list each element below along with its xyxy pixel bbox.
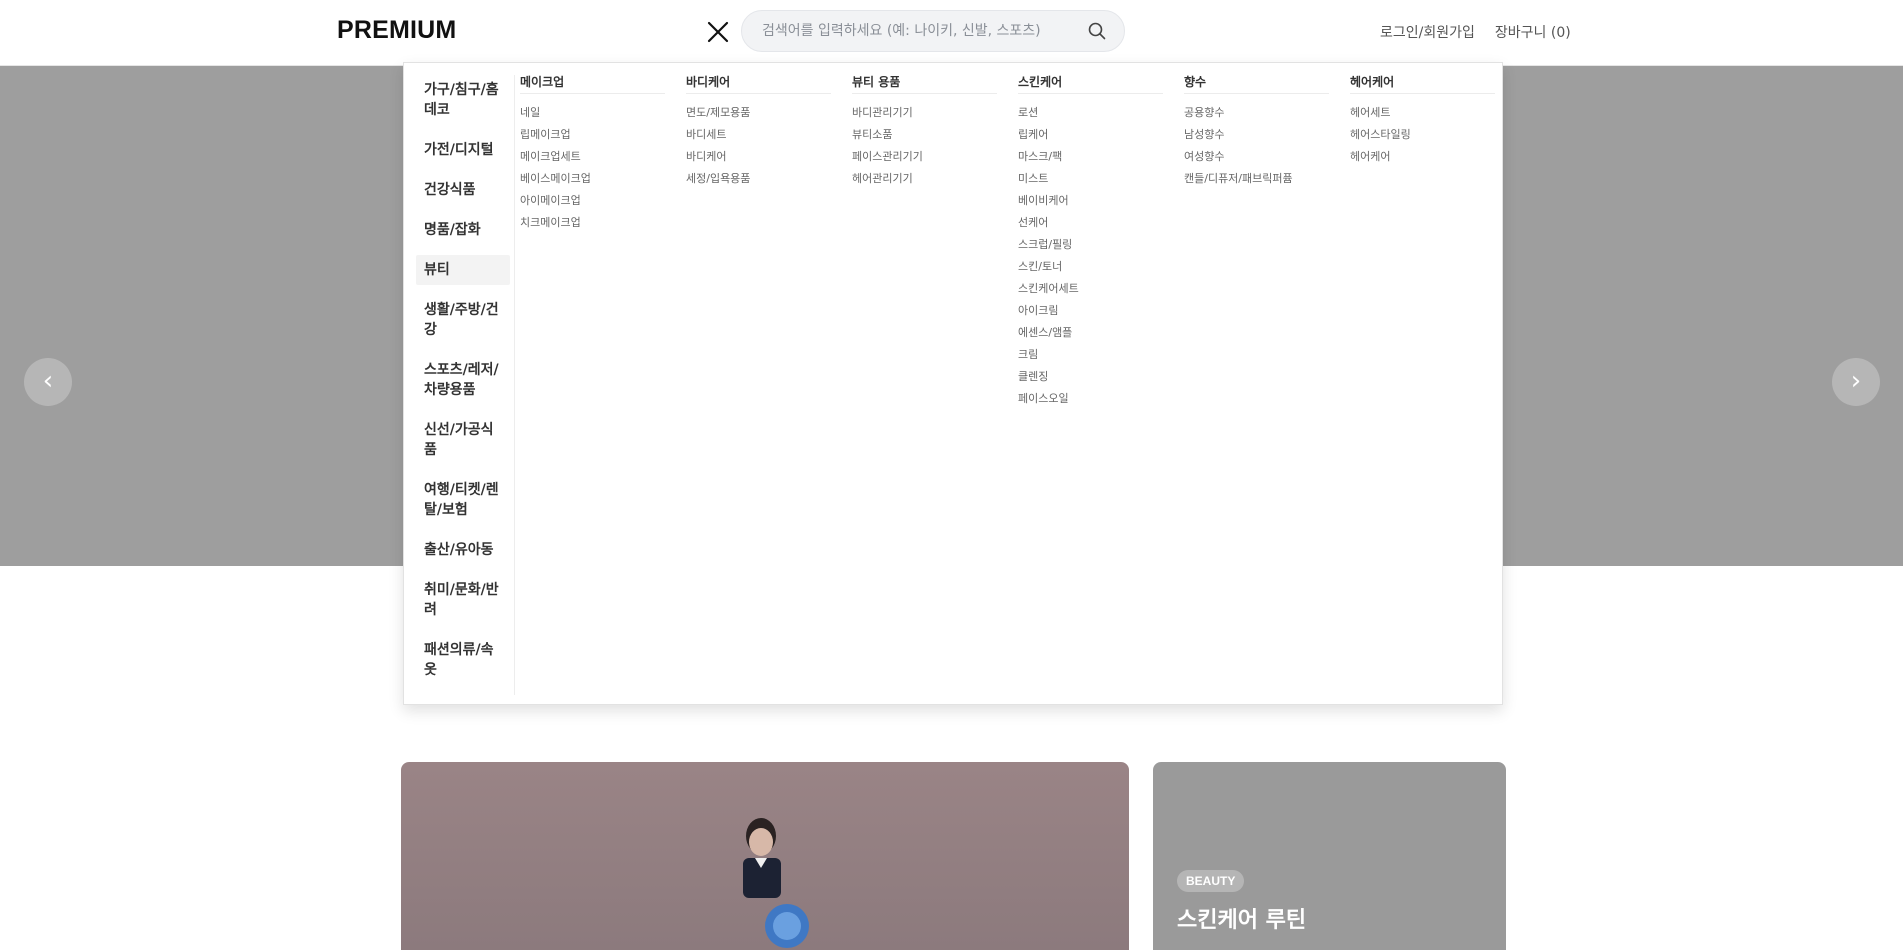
subcategory-item[interactable]: 남성향수: [1184, 124, 1329, 146]
subcategory-item[interactable]: 클렌징: [1018, 366, 1163, 388]
mega-menu: 가구/침구/홈데코가전/디지털건강식품명품/잡화뷰티생활/주방/건강스포츠/레저…: [403, 62, 1503, 705]
subcategory-title[interactable]: 헤어케어: [1350, 73, 1495, 94]
subcategory-column: 스킨케어로션 립케어 마스크/팩 미스트 베이비케어 선케어 스크럽/필링 스킨/토너 스킨케어…: [1018, 73, 1163, 410]
subcategory-list: 헤어세트 헤어스타일링 헤어케어: [1350, 102, 1495, 168]
category-item[interactable]: 패션의류/속옷: [416, 635, 510, 685]
subcategory-item[interactable]: 바디관리기기: [852, 102, 997, 124]
subcategory-item[interactable]: 미스트: [1018, 168, 1163, 190]
close-icon: [707, 21, 729, 43]
subcategory-list: 로션 립케어 마스크/팩 미스트 베이비케어 선케어 스크럽/필링 스킨/토너 스킨케어세트 아이…: [1018, 102, 1163, 410]
category-item[interactable]: 여행/티켓/렌탈/보험: [416, 475, 510, 525]
category-badge: BEAUTY: [1177, 870, 1245, 892]
subcategory-column: 바디케어 면도/제모용품 바디세트 바디케어 세정/입욕용품: [686, 73, 831, 190]
category-list: 가구/침구/홈데코가전/디지털건강식품명품/잡화뷰티생활/주방/건강스포츠/레저…: [416, 75, 515, 695]
subcategory-list: 네일 립메이크업 메이크업세트 베이스메이크업 아이메이크업 치크메이크업: [520, 102, 665, 234]
subcategory-item[interactable]: 바디케어: [686, 146, 831, 168]
subcategory-item[interactable]: 헤어케어: [1350, 146, 1495, 168]
subcategory-item[interactable]: 메이크업세트: [520, 146, 665, 168]
subcategory-item[interactable]: 여성향수: [1184, 146, 1329, 168]
site-header: PREMIUM 로그인/회원가입 장바구니 (0): [0, 0, 1903, 66]
subcategory-item[interactable]: 페이스관리기기: [852, 146, 997, 168]
category-item[interactable]: 명품/잡화: [416, 215, 510, 245]
model-photo: [743, 818, 809, 948]
subcategory-title[interactable]: 향수: [1184, 73, 1329, 94]
login-link[interactable]: 로그인/회원가입: [1380, 22, 1475, 42]
category-item[interactable]: 생활/주방/건강: [416, 295, 510, 345]
subcategory-item[interactable]: 치크메이크업: [520, 212, 665, 234]
subcategory-item[interactable]: 뷰티소품: [852, 124, 997, 146]
subcategory-column: 뷰티 용품바디관리기기 뷰티소품 페이스관리기기 헤어관리기기: [852, 73, 997, 190]
subcategory-item[interactable]: 에센스/앰플: [1018, 322, 1163, 344]
subcategory-title[interactable]: 스킨케어: [1018, 73, 1163, 94]
subcategory-item[interactable]: 세정/입욕용품: [686, 168, 831, 190]
subcategory-item[interactable]: 아이크림: [1018, 300, 1163, 322]
subcategory-title[interactable]: 뷰티 용품: [852, 73, 997, 94]
subcategory-item[interactable]: 아이메이크업: [520, 190, 665, 212]
category-item[interactable]: 스포츠/레저/차량용품: [416, 355, 510, 405]
category-item[interactable]: 신선/가공식품: [416, 415, 510, 465]
header-actions: 로그인/회원가입 장바구니 (0): [1380, 22, 1571, 42]
subcategory-item[interactable]: 립메이크업: [520, 124, 665, 146]
cart-link[interactable]: 장바구니 (0): [1495, 22, 1571, 42]
subcategory-column: 헤어케어 헤어세트 헤어스타일링 헤어케어: [1350, 73, 1495, 168]
subcategory-item[interactable]: 네일: [520, 102, 665, 124]
featured-card[interactable]: [401, 762, 1129, 950]
subcategory-item[interactable]: 바디세트: [686, 124, 831, 146]
beauty-card[interactable]: BEAUTY 스킨케어 루틴: [1153, 762, 1506, 950]
subcategory-item[interactable]: 헤어관리기기: [852, 168, 997, 190]
search-input[interactable]: [762, 11, 1082, 51]
subcategory-item[interactable]: 스크럽/필링: [1018, 234, 1163, 256]
subcategory-list: 면도/제모용품 바디세트 바디케어 세정/입욕용품: [686, 102, 831, 190]
card-title: 스킨케어 루틴: [1177, 908, 1307, 933]
category-item[interactable]: 출산/유아동: [416, 535, 510, 565]
subcategory-item[interactable]: 면도/제모용품: [686, 102, 831, 124]
subcategory-item[interactable]: 공용향수: [1184, 102, 1329, 124]
subcategory-item[interactable]: 베이비케어: [1018, 190, 1163, 212]
subcategory-item[interactable]: 캔들/디퓨저/패브릭퍼퓸: [1184, 168, 1329, 190]
category-item[interactable]: 뷰티: [416, 255, 510, 285]
subcategory-column: 향수공용향수 남성향수 여성향수 캔들/디퓨저/패브릭퍼퓸: [1184, 73, 1329, 190]
subcategory-list: 공용향수 남성향수 여성향수 캔들/디퓨저/패브릭퍼퓸: [1184, 102, 1329, 190]
subcategory-item[interactable]: 립케어: [1018, 124, 1163, 146]
subcategory-column: 메이크업네일 립메이크업 메이크업세트 베이스메이크업 아이메이크업 치크메이크업: [520, 73, 665, 234]
subcategory-list: 바디관리기기 뷰티소품 페이스관리기기 헤어관리기기: [852, 102, 997, 190]
search-bar: [741, 10, 1125, 52]
subcategory-title[interactable]: 바디케어: [686, 73, 831, 94]
close-menu-button[interactable]: [703, 17, 733, 47]
category-item[interactable]: 건강식품: [416, 175, 510, 205]
category-item[interactable]: 취미/문화/반려: [416, 575, 510, 625]
subcategory-item[interactable]: 헤어스타일링: [1350, 124, 1495, 146]
subcategory-item[interactable]: 헤어세트: [1350, 102, 1495, 124]
subcategory-item[interactable]: 페이스오일: [1018, 388, 1163, 410]
subcategory-item[interactable]: 스킨케어세트: [1018, 278, 1163, 300]
search-icon[interactable]: [1088, 22, 1106, 40]
site-logo[interactable]: PREMIUM: [337, 16, 456, 45]
hero-next-button[interactable]: ›: [1832, 358, 1880, 406]
subcategory-item[interactable]: 베이스메이크업: [520, 168, 665, 190]
subcategory-item[interactable]: 로션: [1018, 102, 1163, 124]
subcategory-item[interactable]: 선케어: [1018, 212, 1163, 234]
subcategory-item[interactable]: 크림: [1018, 344, 1163, 366]
category-item[interactable]: 가전/디지털: [416, 135, 510, 165]
category-item[interactable]: 가구/침구/홈데코: [416, 75, 510, 125]
subcategory-item[interactable]: 스킨/토너: [1018, 256, 1163, 278]
subcategory-item[interactable]: 마스크/팩: [1018, 146, 1163, 168]
hero-prev-button[interactable]: ‹: [24, 358, 72, 406]
subcategory-title[interactable]: 메이크업: [520, 73, 665, 94]
